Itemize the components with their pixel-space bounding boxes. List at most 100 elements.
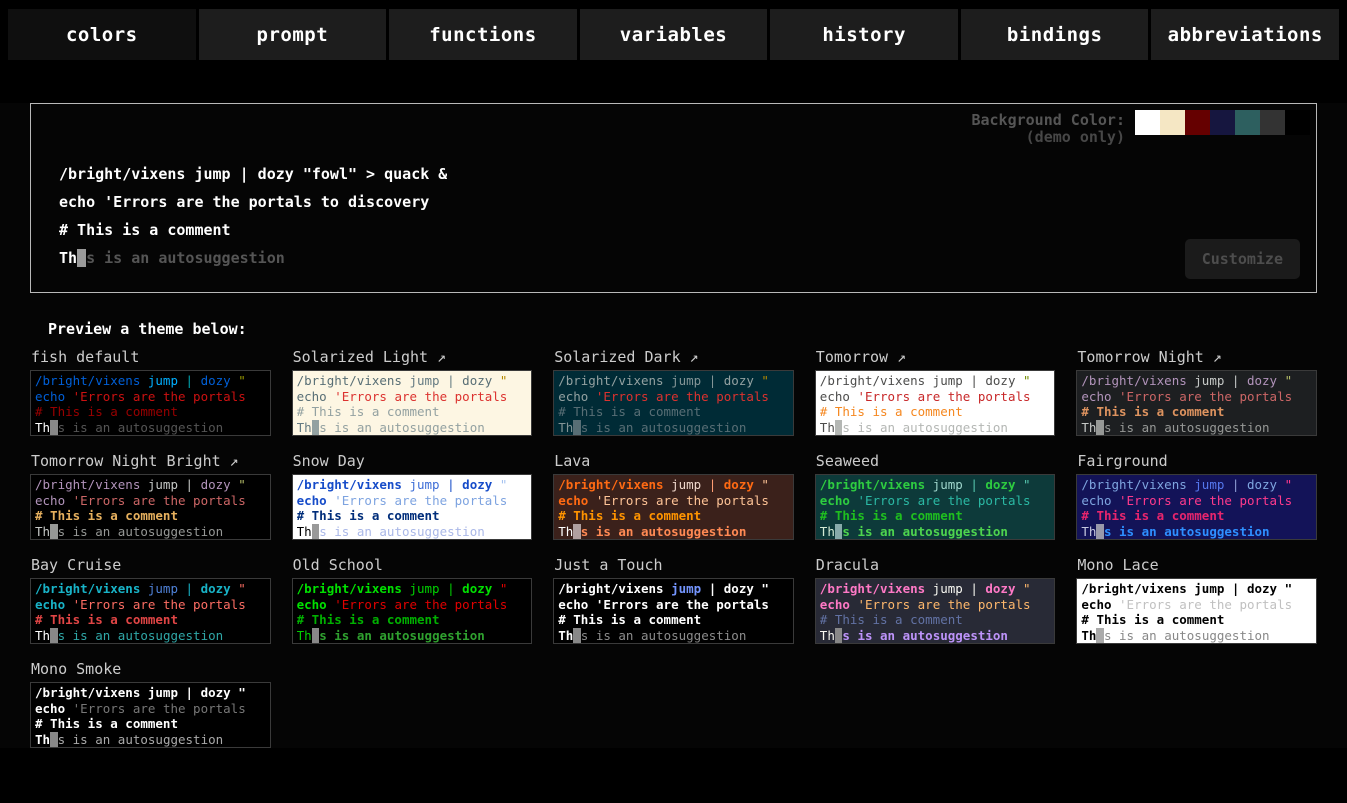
terminal-line: This is an autosuggestion	[1081, 628, 1312, 644]
theme-card-fairground[interactable]: Fairground/bright/vixens jump | dozy "ec…	[1076, 446, 1317, 540]
theme-card-snow-day[interactable]: Snow Day/bright/vixens jump | dozy "echo…	[292, 446, 533, 540]
tab-variables[interactable]: variables	[580, 9, 768, 60]
tab-colors[interactable]: colors	[8, 9, 196, 60]
token-command: /bright/vixens	[297, 373, 402, 388]
tab-functions[interactable]: functions	[389, 9, 577, 60]
token-operator: |	[709, 373, 724, 388]
theme-card-bay-cruise[interactable]: Bay Cruise/bright/vixens jump | dozy "ec…	[30, 550, 271, 644]
token-operator: |	[709, 477, 724, 492]
theme-card-just-a-touch[interactable]: Just a Touch/bright/vixens jump | dozy "…	[553, 550, 794, 644]
token-param: jump	[1187, 373, 1232, 388]
tab-abbreviations[interactable]: abbreviations	[1151, 9, 1339, 60]
terminal-line: # This is a comment	[297, 612, 528, 628]
terminal-line: # This is a comment	[35, 404, 266, 420]
token-fg: Th	[35, 732, 50, 747]
token-fg: /bright/vixens jump | dozy "fowl" > quac…	[59, 165, 447, 183]
token-fg: Th	[558, 524, 573, 539]
demo-only-label: (demo only)	[971, 129, 1125, 146]
token-command: echo	[35, 389, 73, 404]
token-command: /bright/vixens	[820, 477, 925, 492]
token-comment: # This is a comment	[35, 716, 178, 731]
token-command: dozy	[724, 373, 762, 388]
token-error: 'Errors are the portals	[857, 389, 1030, 404]
token-comment: # This is a comment	[1081, 404, 1224, 419]
theme-card-lava[interactable]: Lava/bright/vixens jump | dozy "echo 'Er…	[553, 446, 794, 540]
token-fg: Th	[35, 524, 50, 539]
token-command: echo	[558, 493, 596, 508]
theme-preview: /bright/vixens jump | dozy "echo 'Errors…	[553, 474, 794, 540]
background-swatch-1[interactable]	[1160, 110, 1185, 135]
terminal-line: # This is a comment	[35, 612, 266, 628]
terminal-line: /bright/vixens jump | dozy "	[1081, 581, 1312, 597]
theme-card-solarized-light[interactable]: Solarized Light ↗/bright/vixens jump | d…	[292, 342, 533, 436]
terminal-line: # This is a comment	[820, 404, 1051, 420]
theme-title: Snow Day	[292, 446, 533, 474]
token-param: jump	[402, 373, 447, 388]
tab-prompt[interactable]: prompt	[199, 9, 387, 60]
theme-card-old-school[interactable]: Old School/bright/vixens jump | dozy "ec…	[292, 550, 533, 644]
theme-card-mono-lace[interactable]: Mono Lace/bright/vixens jump | dozy "ech…	[1076, 550, 1317, 644]
background-swatch-6[interactable]	[1285, 110, 1310, 135]
theme-card-mono-smoke[interactable]: Mono Smoke/bright/vixens jump | dozy "ec…	[30, 654, 271, 748]
token-fg: Th	[820, 628, 835, 643]
terminal-line: This is an autosuggestion	[820, 524, 1051, 540]
token-fg: Th	[1081, 524, 1096, 539]
token-operator: |	[447, 373, 462, 388]
token-command: /bright/vixens	[558, 477, 663, 492]
terminal-line: /bright/vixens jump | dozy "	[558, 373, 789, 389]
token-command: dozy	[985, 477, 1023, 492]
token-command: dozy	[724, 477, 762, 492]
theme-card-fish-default[interactable]: fish default/bright/vixens jump | dozy "…	[30, 342, 271, 436]
terminal-line: # This is a comment	[35, 716, 266, 732]
theme-card-dracula[interactable]: Dracula/bright/vixens jump | dozy "echo …	[815, 550, 1056, 644]
token-quote: "	[500, 373, 508, 388]
terminal-line: echo 'Errors are the portals	[35, 493, 266, 509]
terminal-line: This is an autosuggestion	[297, 420, 528, 436]
theme-card-tomorrow-night[interactable]: Tomorrow Night ↗/bright/vixens jump | do…	[1076, 342, 1317, 436]
background-color-labels: Background Color: (demo only)	[971, 112, 1125, 146]
terminal-line: echo 'Errors are the portals	[35, 597, 266, 613]
token-command: /bright/vixens	[35, 477, 140, 492]
terminal-line: /bright/vixens jump | dozy "	[820, 581, 1051, 597]
background-swatch-2[interactable]	[1185, 110, 1210, 135]
token-error: 'Errors are the portals	[596, 597, 769, 612]
theme-grid: fish default/bright/vixens jump | dozy "…	[30, 342, 1317, 748]
token-error: 'Errors are the portals	[857, 597, 1030, 612]
token-param: jump	[925, 373, 970, 388]
theme-title: Bay Cruise	[30, 550, 271, 578]
terminal-line: This is an autosuggestion	[297, 628, 528, 644]
theme-card-seaweed[interactable]: Seaweed/bright/vixens jump | dozy "echo …	[815, 446, 1056, 540]
token-command: dozy	[462, 581, 500, 596]
fish-config-page: colorspromptfunctionsvariableshistorybin…	[0, 0, 1347, 748]
token-operator: |	[970, 581, 985, 596]
token-param: jump	[402, 581, 447, 596]
tab-bindings[interactable]: bindings	[961, 9, 1149, 60]
background-swatch-3[interactable]	[1210, 110, 1235, 135]
cursor-block: i	[573, 524, 581, 539]
token-autosuggestion: s is an autosuggestion	[1104, 524, 1270, 539]
theme-card-tomorrow[interactable]: Tomorrow ↗/bright/vixens jump | dozy "ec…	[815, 342, 1056, 436]
token-quote: "	[761, 477, 769, 492]
customize-button[interactable]: Customize	[1185, 239, 1300, 279]
background-color-picker: Background Color: (demo only)	[971, 110, 1310, 146]
theme-title: Fairground	[1076, 446, 1317, 474]
background-swatch-0[interactable]	[1135, 110, 1160, 135]
token-autosuggestion: s is an autosuggestion	[581, 420, 747, 435]
token-error: 'Errors are the portals	[1119, 597, 1292, 612]
terminal-line: This is an autosuggestion	[820, 420, 1051, 436]
theme-card-tomorrow-night-bright[interactable]: Tomorrow Night Bright ↗/bright/vixens ju…	[30, 446, 271, 540]
theme-title: Lava	[553, 446, 794, 474]
token-comment: # This is a comment	[558, 404, 701, 419]
theme-card-solarized-dark[interactable]: Solarized Dark ↗/bright/vixens jump | do…	[553, 342, 794, 436]
background-swatch-4[interactable]	[1235, 110, 1260, 135]
token-error: 'Errors are the portals	[73, 701, 246, 716]
token-quote: "	[1023, 581, 1031, 596]
terminal-line: echo 'Errors are the portals	[35, 701, 266, 717]
cursor-block: i	[1096, 628, 1104, 643]
tab-history[interactable]: history	[770, 9, 958, 60]
terminal-line: echo 'Errors are the portals	[820, 389, 1051, 405]
background-swatch-5[interactable]	[1260, 110, 1285, 135]
token-autosuggestion: s is an autosuggestion	[581, 524, 747, 539]
cursor-block: i	[1096, 524, 1104, 539]
token-command: echo	[820, 597, 858, 612]
